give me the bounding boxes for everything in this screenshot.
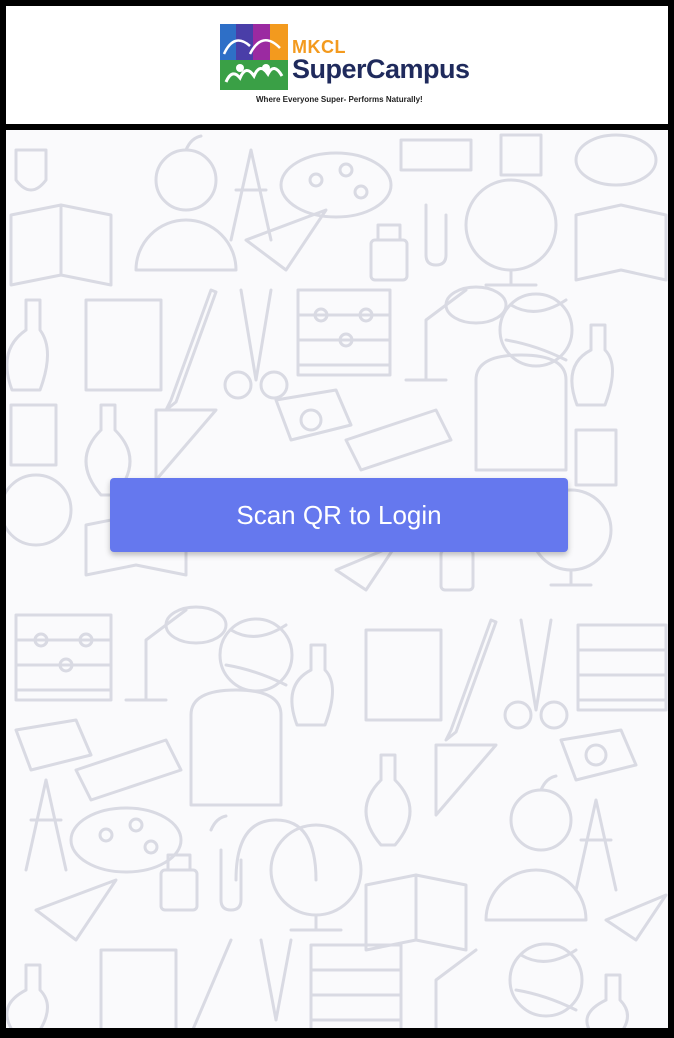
sharpener-doodle	[274, 388, 353, 442]
supercampus-logo-icon	[220, 24, 288, 90]
app-header: MKCL SuperCampus Where Everyone Super- P…	[6, 6, 668, 124]
pencil-doodle	[164, 288, 218, 412]
apple-doodle	[154, 148, 218, 212]
compass-doodle	[229, 148, 273, 242]
palette-doodle	[279, 151, 393, 219]
backpack-doodle	[474, 353, 568, 472]
calculator-doodle	[9, 403, 58, 467]
eraser-doodle	[344, 408, 453, 472]
logo-tagline: Where Everyone Super- Performs Naturally…	[256, 95, 423, 104]
app-screen: MKCL SuperCampus Where Everyone Super- P…	[0, 0, 674, 1038]
glue-doodle	[6, 298, 49, 392]
protractor-doodle	[134, 218, 238, 272]
school-supplies-background	[6, 133, 668, 1028]
logo-brand-name: SuperCampus	[292, 54, 470, 84]
globe-doodle	[464, 178, 558, 272]
paper-plane-doodle	[244, 208, 328, 272]
paperclip-doodle	[424, 203, 448, 267]
flask-doodle	[14, 148, 48, 192]
abacus-doodle	[296, 288, 392, 377]
login-content: Scan QR to Login	[6, 130, 668, 1028]
supercampus-logo: MKCL SuperCampus Where Everyone Super- P…	[220, 24, 470, 106]
notebook-doodle	[84, 298, 163, 392]
scissors-doodle	[239, 288, 273, 382]
desk-lamp-doodle	[404, 288, 468, 382]
set-square-doodle	[154, 408, 218, 482]
header-divider	[6, 124, 668, 130]
scan-qr-login-button[interactable]: Scan QR to Login	[110, 478, 568, 552]
ink-bottle-doodle	[369, 238, 409, 282]
